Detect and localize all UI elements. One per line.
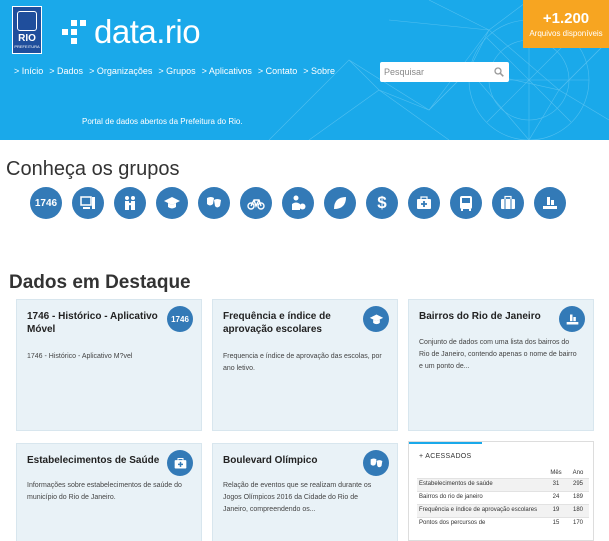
nav-sobre[interactable]: > Sobre (303, 66, 335, 76)
graduation-cap-icon (363, 306, 389, 332)
family-icon[interactable] (114, 187, 146, 219)
site-header: RIO PREFEITURA data.rio +1.200 Arquivos … (0, 0, 609, 140)
column-header-name (417, 468, 545, 478)
tab-most-accessed[interactable]: + ACESSADOS (409, 442, 482, 464)
city-hand-icon[interactable] (534, 187, 566, 219)
card-description: Conjunto de dados com uma lista dos bair… (419, 339, 577, 370)
suitcase-icon[interactable] (492, 187, 524, 219)
dollar-icon[interactable]: $ (366, 187, 398, 219)
card-title: Bairros do Rio de Janeiro (419, 311, 541, 322)
card-description: Frequencia e índice de aprovação das esc… (223, 353, 382, 372)
row-name: Frequência e índice de aprovação escolar… (417, 503, 545, 517)
row-name: Pontos dos percursos de (417, 516, 545, 530)
row-month: 15 (545, 516, 567, 530)
featured-card[interactable]: Estabelecimentos de Saúde Informações so… (16, 443, 202, 541)
row-year: 180 (567, 503, 589, 517)
row-year: 170 (567, 516, 589, 530)
leaf-icon[interactable] (324, 187, 356, 219)
featured-card[interactable]: Frequência e índice de aprovação escolar… (212, 299, 398, 431)
card-title: Boulevard Olímpico (223, 455, 318, 466)
brand-name: data.rio (94, 13, 201, 50)
groups-title: Conheça os grupos (6, 158, 180, 180)
search-box (380, 62, 509, 82)
table-row[interactable]: Bairros do rio de janeiro 24 189 (417, 490, 589, 504)
bus-icon[interactable] (450, 187, 482, 219)
rio-prefeitura-logo[interactable]: RIO PREFEITURA (12, 6, 42, 54)
most-accessed-table: Mês Ano Estabelecimentos de saúde 31 295… (417, 468, 589, 530)
column-header-year: Ano (572, 469, 584, 476)
files-count: +1.200 (542, 10, 590, 27)
medical-kit-icon (167, 450, 193, 476)
bicycle-icon[interactable] (240, 187, 272, 219)
nav-grupos[interactable]: > Grupos (158, 66, 195, 76)
nav-contato[interactable]: > Contato (258, 66, 297, 76)
table-row[interactable]: Pontos dos percursos de 15 170 (417, 516, 589, 530)
group-1746-icon[interactable]: 1746 (30, 187, 62, 219)
row-name: Estabelecimentos de saúde (417, 477, 545, 491)
main-nav: > Início > Dados > Organizações > Grupos… (14, 66, 335, 76)
graduation-cap-icon[interactable] (156, 187, 188, 219)
card-1746-icon: 1746 (167, 306, 193, 332)
card-title: 1746 - Histórico - Aplicativo Móvel (27, 311, 158, 335)
row-month: 19 (545, 503, 567, 517)
card-description: 1746 - Histórico - Aplicativo M?vel (27, 353, 133, 360)
row-month: 24 (545, 490, 567, 504)
crest-icon (17, 11, 37, 31)
theater-masks-icon[interactable] (198, 187, 230, 219)
table-row[interactable]: Frequência e índice de aprovação escolar… (417, 503, 589, 517)
nav-aplicativos[interactable]: > Aplicativos (202, 66, 252, 76)
featured-card[interactable]: Bairros do Rio de Janeiro Conjunto de da… (408, 299, 594, 431)
city-hand-icon (559, 306, 585, 332)
dots-grid-icon (62, 20, 86, 44)
nav-inicio[interactable]: > Início (14, 66, 43, 76)
featured-title: Dados em Destaque (9, 272, 191, 293)
theater-masks-icon (363, 450, 389, 476)
files-count-label: Arquivos disponíveis (529, 29, 603, 38)
card-description: Informações sobre estabelecimentos de sa… (27, 482, 182, 501)
card-title: Estabelecimentos de Saúde (27, 455, 160, 466)
files-counter-badge[interactable]: +1.200 Arquivos disponíveis (523, 0, 609, 48)
search-icon[interactable] (494, 67, 504, 77)
row-year: 295 (567, 477, 589, 491)
row-month: 31 (545, 477, 567, 491)
computer-icon[interactable] (72, 187, 104, 219)
groups-list: 1746 $ (30, 187, 566, 219)
row-year: 189 (567, 490, 589, 504)
brand-logo[interactable]: data.rio (62, 12, 201, 52)
logo-text: RIO (18, 33, 36, 44)
column-header-month: Mês (550, 469, 562, 476)
search-input[interactable] (380, 62, 485, 82)
table-row[interactable]: Estabelecimentos de saúde 31 295 (417, 477, 589, 491)
nav-dados[interactable]: > Dados (49, 66, 83, 76)
featured-card[interactable]: Boulevard Olímpico Relação de eventos qu… (212, 443, 398, 541)
card-description: Relação de eventos que se realizam duran… (223, 482, 372, 513)
medical-kit-icon[interactable] (408, 187, 440, 219)
row-name: Bairros do rio de janeiro (417, 490, 545, 504)
nav-organizacoes[interactable]: > Organizações (89, 66, 152, 76)
card-1746-label: 1746 (171, 314, 189, 324)
group-1746-label: 1746 (34, 197, 58, 209)
most-accessed-panel: + ACESSADOS Mês Ano Estabelecimentos de … (408, 441, 594, 541)
dollar-label: $ (377, 193, 387, 212)
card-title: Frequência e índice de aprovação escolar… (223, 311, 331, 335)
logo-subtext: PREFEITURA (14, 44, 40, 49)
featured-card[interactable]: 1746 - Histórico - Aplicativo Móvel 1746… (16, 299, 202, 431)
person-money-icon[interactable] (282, 187, 314, 219)
tagline: Portal de dados abertos da Prefeitura do… (82, 117, 243, 126)
